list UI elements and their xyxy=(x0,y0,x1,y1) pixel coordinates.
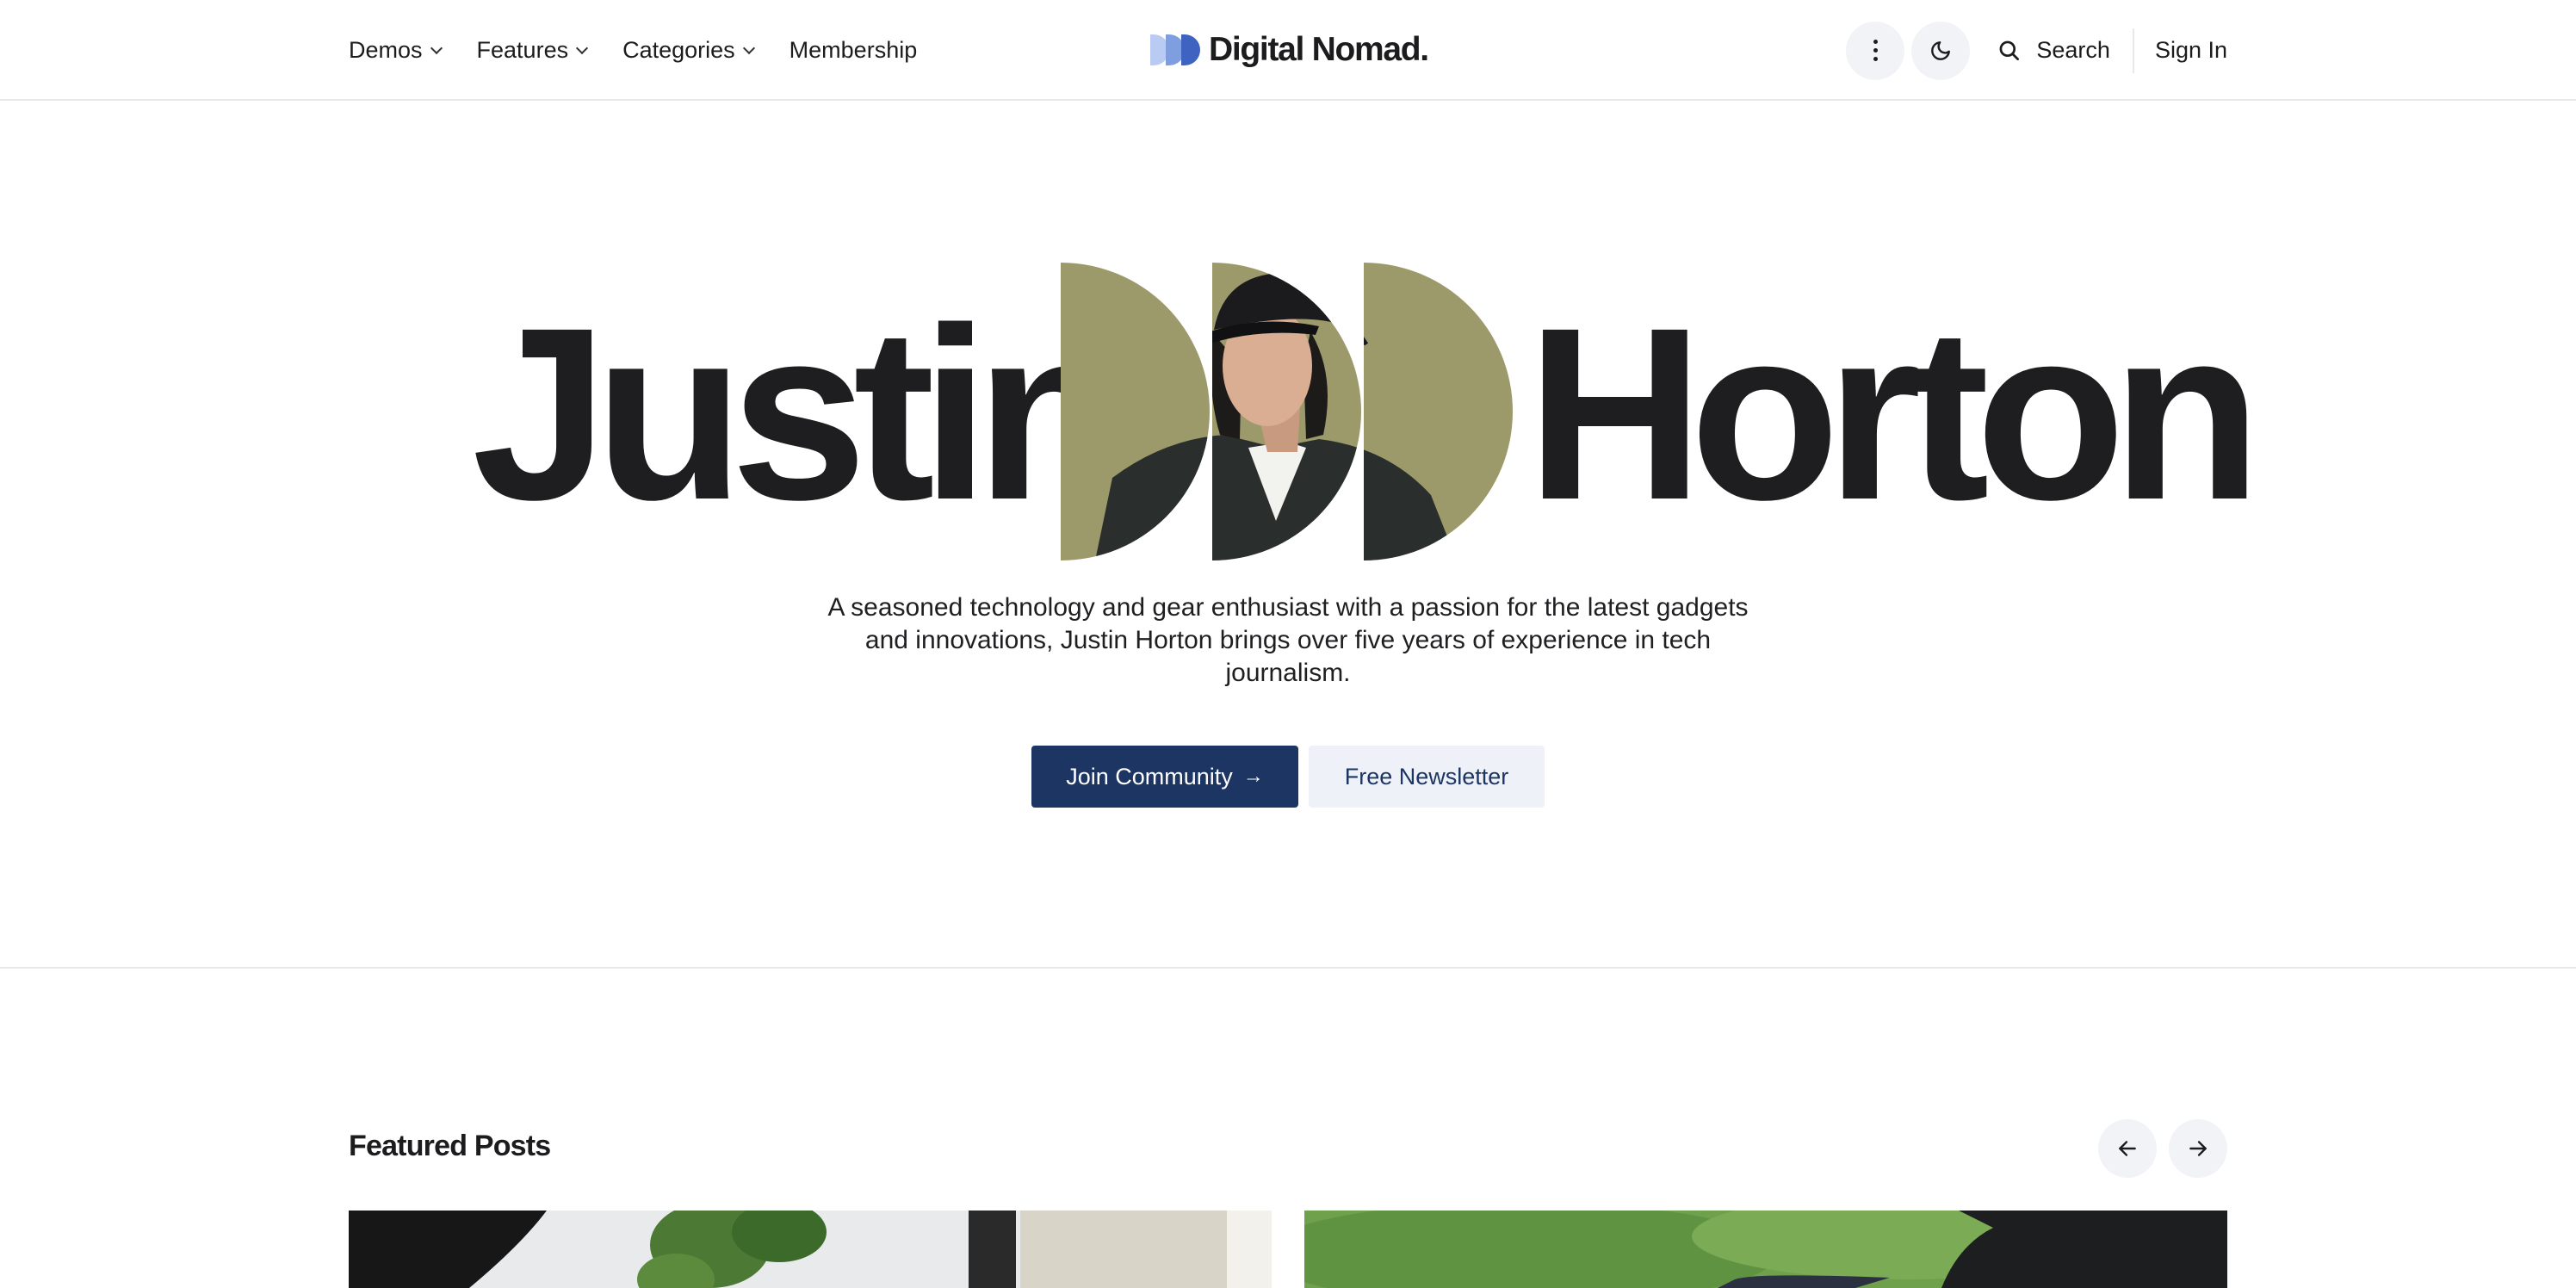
chevron-down-icon xyxy=(576,41,589,54)
nav-item-categories[interactable]: Categories xyxy=(622,37,755,64)
join-community-label: Join Community xyxy=(1066,763,1233,790)
site-header: Demos Features Categories Membership Dig… xyxy=(0,0,2576,101)
author-bio: A seasoned technology and gear enthusias… xyxy=(827,593,1749,687)
moon-icon xyxy=(1931,40,1951,60)
search-label: Search xyxy=(2036,37,2110,63)
chevron-down-icon xyxy=(430,41,443,54)
more-vertical-icon xyxy=(1873,40,1878,61)
free-newsletter-button[interactable]: Free Newsletter xyxy=(1309,746,1545,808)
author-first-name: Justin xyxy=(472,277,1125,551)
nav-item-label: Features xyxy=(476,37,569,63)
search-icon xyxy=(1999,40,2020,60)
author-hero: Justin Horton A seasoned technology and … xyxy=(0,101,2576,969)
arrow-left-icon xyxy=(2119,1141,2136,1156)
post-thumbnail xyxy=(349,1211,1272,1288)
logo-mark-icon xyxy=(1150,34,1200,65)
header-divider xyxy=(2132,28,2134,73)
join-community-button[interactable]: Join Community → xyxy=(1031,746,1298,808)
nav-item-demos[interactable]: Demos xyxy=(349,37,443,64)
theme-toggle-button[interactable] xyxy=(1911,21,1971,80)
nav-item-features[interactable]: Features xyxy=(476,37,589,64)
search-button[interactable]: Search xyxy=(1997,37,2110,64)
nav-item-label: Categories xyxy=(622,37,735,63)
logo-text: Digital Nomad. xyxy=(1209,31,1429,68)
sign-in-link[interactable]: Sign In xyxy=(2155,37,2227,64)
main-nav: Demos Features Categories Membership xyxy=(349,0,953,101)
site-logo[interactable]: Digital Nomad. xyxy=(1150,29,1429,71)
nav-item-label: Membership xyxy=(789,37,918,63)
carousel-next-button[interactable] xyxy=(2169,1119,2227,1178)
carousel-prev-button[interactable] xyxy=(2098,1119,2157,1178)
header-actions: Search Sign In xyxy=(1839,0,2227,101)
arrow-right-icon: → xyxy=(1242,765,1264,788)
nav-item-membership[interactable]: Membership xyxy=(790,37,918,64)
arrow-right-icon xyxy=(2189,1141,2207,1156)
author-portrait xyxy=(1061,263,1513,560)
post-thumbnail xyxy=(1304,1211,2227,1288)
chevron-down-icon xyxy=(742,41,755,54)
nav-item-label: Demos xyxy=(349,37,423,63)
featured-posts-title: Featured Posts xyxy=(349,1130,551,1162)
featured-post-image[interactable] xyxy=(1304,1211,2227,1288)
more-options-button[interactable] xyxy=(1846,21,1905,80)
author-last-name: Horton xyxy=(1526,277,2262,551)
featured-post-image[interactable] xyxy=(349,1211,1272,1288)
free-newsletter-label: Free Newsletter xyxy=(1344,763,1509,790)
